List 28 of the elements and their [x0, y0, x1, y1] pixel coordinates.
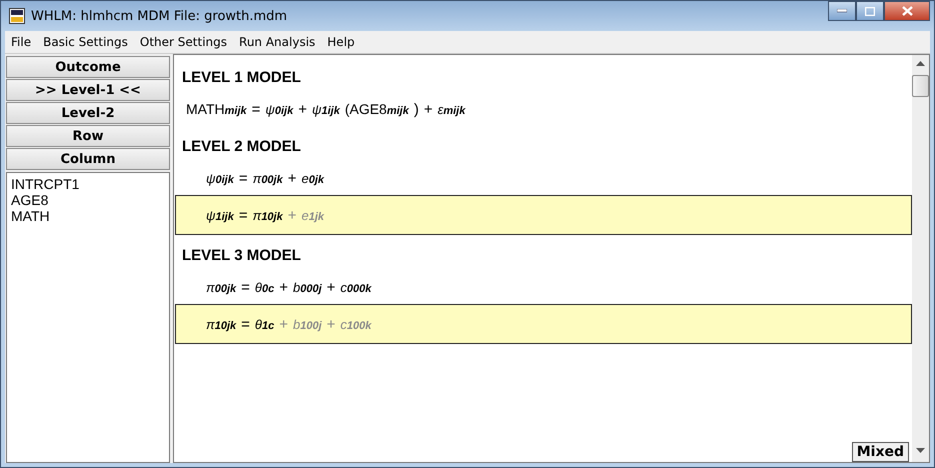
section-heading: LEVEL 3 MODEL [182, 247, 302, 264]
nav-button[interactable]: Column [6, 148, 170, 170]
menu-item[interactable]: Run Analysis [233, 35, 322, 49]
variable-item[interactable]: AGE8 [11, 192, 165, 208]
variable-item[interactable]: MATH [11, 208, 165, 224]
nav-button[interactable]: Level-2 [6, 102, 170, 124]
mixed-button[interactable]: Mixed [852, 442, 909, 462]
minimize-icon [837, 9, 847, 13]
menu-item[interactable]: Basic Settings [37, 35, 134, 49]
close-icon [902, 6, 912, 16]
close-button[interactable] [884, 1, 930, 21]
variable-item[interactable]: INTRCPT1 [11, 176, 165, 192]
nav-button[interactable]: >> Level-1 << [6, 79, 170, 101]
menu-item[interactable]: File [5, 35, 38, 49]
scroll-thumb[interactable] [912, 75, 929, 97]
menu-item[interactable]: Help [321, 35, 361, 49]
window-title: WHLM: hlmhcm MDM File: growth.mdm [31, 8, 288, 24]
scroll-up-icon[interactable] [916, 61, 925, 67]
scroll-down-icon[interactable] [916, 448, 925, 454]
nav-button[interactable]: Row [6, 125, 170, 147]
minimize-button[interactable] [828, 1, 856, 21]
maximize-button[interactable] [856, 1, 884, 21]
menu-item[interactable]: Other Settings [134, 35, 234, 49]
maximize-icon [865, 6, 875, 16]
nav-button[interactable]: Outcome [6, 56, 170, 78]
section-heading: LEVEL 1 MODEL [182, 69, 302, 86]
app-icon [9, 8, 25, 24]
section-heading: LEVEL 2 MODEL [182, 138, 302, 155]
